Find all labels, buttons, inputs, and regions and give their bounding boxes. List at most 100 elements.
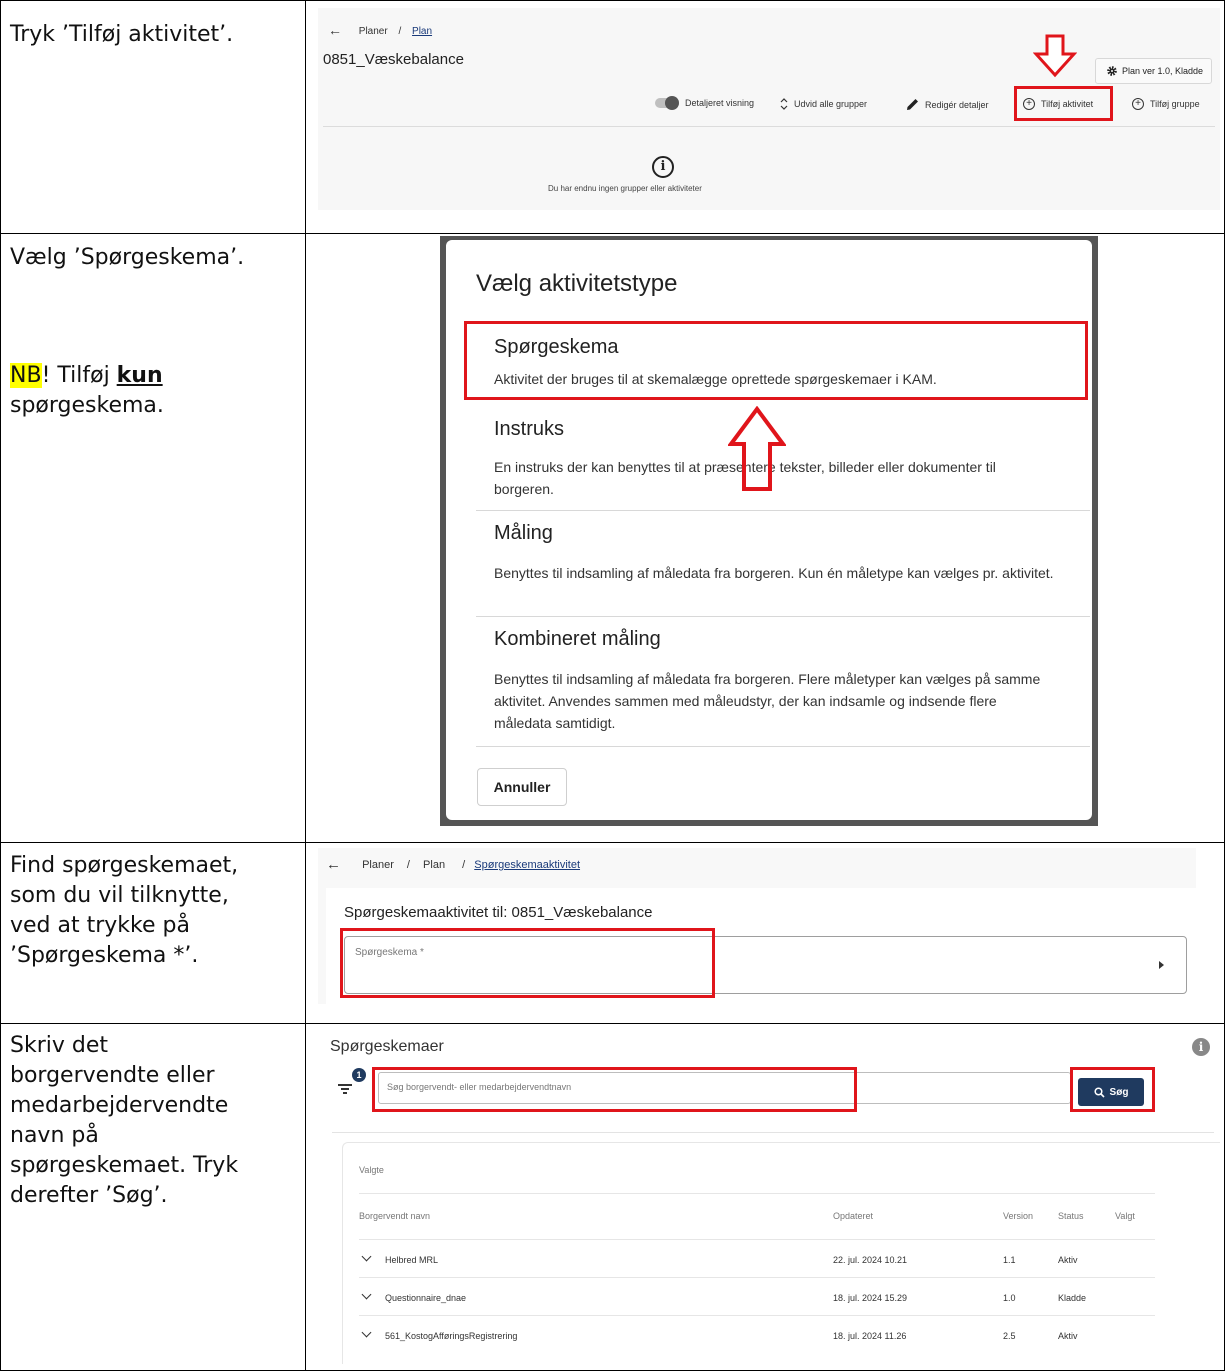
section-title: Spørgeskemaer: [330, 1038, 444, 1055]
row-version: 1.0: [1003, 1293, 1016, 1303]
cancel-button[interactable]: Annuller: [477, 768, 567, 806]
option-divider: [476, 510, 1090, 511]
form-title: Spørgeskemaaktivitet til: 0851_Væskebala…: [344, 904, 653, 921]
option-measurement[interactable]: Måling Benyttes til indsamling af måleda…: [476, 516, 1062, 616]
row-divider-2: [0, 842, 1225, 843]
dialog-title: Vælg aktivitetstype: [476, 270, 678, 297]
section-divider: [332, 1132, 1214, 1133]
option-divider: [476, 616, 1090, 617]
row-version: 2.5: [1003, 1331, 1016, 1341]
table-border-top: [0, 0, 1225, 1]
breadcrumb-plan[interactable]: Plan: [412, 26, 432, 37]
instruction-line: ’Spørgeskema *’.: [10, 943, 199, 968]
edit-details-button[interactable]: Redigér detaljer: [906, 98, 989, 111]
instruction-line: som du vil tilknytte,: [10, 883, 229, 908]
breadcrumb-plan[interactable]: Plan: [423, 859, 445, 871]
option-combined-measurement[interactable]: Kombineret måling Benyttes til indsamlin…: [476, 622, 1062, 746]
empty-state-message: Du har endnu ingen grupper eller aktivit…: [548, 184, 702, 193]
edit-details-label: Redigér detaljer: [925, 99, 989, 110]
chevron-down-icon[interactable]: [361, 1289, 372, 1300]
breadcrumb-planer[interactable]: Planer: [362, 859, 394, 871]
filter-icon[interactable]: [338, 1082, 354, 1096]
down-arrow-annotation: [1033, 34, 1077, 78]
option-description: Benyttes til indsamling af måledata fra …: [494, 565, 1054, 581]
gear-icon: [1107, 66, 1117, 76]
instruction-line: spørgeskemaet. Tryk: [10, 1153, 239, 1178]
questionnaire-table: Valgte Borgervendt navn Opdateret Versio…: [342, 1142, 1220, 1364]
column-header-selected: Valgt: [1115, 1211, 1135, 1221]
instruction-step-3: Find spørgeskemaet, som du vil tilknytte…: [10, 851, 238, 971]
up-arrow-annotation: [728, 406, 786, 491]
breadcrumb-questionnaire-activity[interactable]: Spørgeskemaaktivitet: [474, 859, 580, 871]
breadcrumb-separator: /: [398, 26, 402, 37]
row-name: Helbred MRL: [385, 1255, 439, 1265]
row-separator: [359, 1315, 1155, 1316]
instruction-line: Find spørgeskemaet,: [10, 853, 239, 878]
row-version: 1.1: [1003, 1255, 1016, 1265]
row-status: Aktiv: [1058, 1331, 1078, 1341]
plan-version-button[interactable]: Plan ver 1.0, Kladde: [1094, 58, 1212, 84]
instruction-line: Skriv det: [10, 1033, 109, 1058]
instruction-line: Vælg ’Spørgeskema’.: [10, 245, 245, 270]
table-column-divider: [305, 0, 306, 1371]
info-icon: i: [652, 156, 674, 178]
column-header-updated[interactable]: Opdateret: [833, 1211, 873, 1221]
caret-right-icon: [1159, 961, 1164, 969]
row-updated: 22. jul. 2024 10.21: [833, 1255, 908, 1265]
instruction-line: ved at trykke på: [10, 913, 190, 938]
instruction-line: borgervendte eller: [10, 1063, 215, 1088]
column-header-status[interactable]: Status: [1058, 1211, 1084, 1221]
row-separator: [359, 1277, 1155, 1278]
toolbar-divider: [323, 126, 1215, 127]
pencil-icon: [907, 99, 918, 110]
highlight-search-input: [372, 1067, 857, 1112]
note-emphasis: kun: [116, 363, 163, 388]
highlight-search-button: [1070, 1067, 1155, 1112]
breadcrumb: ← Planer / Plan: [328, 22, 432, 38]
column-header-name[interactable]: Borgervendt navn: [359, 1211, 430, 1221]
instruction-step-2: Vælg ’Spørgeskema’.: [10, 243, 244, 273]
row-name: 561_KostogAfføringsRegistrering: [385, 1331, 518, 1341]
row-separator: [359, 1193, 1155, 1194]
detailed-view-toggle[interactable]: Detaljeret visning: [655, 96, 755, 110]
selected-label: Valgte: [359, 1165, 384, 1175]
instruction-line: medarbejdervendte: [10, 1093, 229, 1118]
instruction-line: Tryk ’Tilføj aktivitet’.: [10, 22, 234, 47]
breadcrumb: ← Planer / Plan / Spørgeskemaaktivitet: [326, 856, 580, 873]
note-text-suffix: spørgeskema.: [10, 393, 164, 418]
highlight-questionnaire-option: [464, 321, 1088, 400]
table-border-left: [0, 0, 1, 1371]
info-icon[interactable]: i: [1192, 1038, 1210, 1056]
back-arrow-icon[interactable]: ←: [326, 856, 341, 873]
filter-count-badge: 1: [352, 1068, 366, 1082]
detailed-view-label: Detaljeret visning: [685, 98, 755, 108]
chevron-down-icon[interactable]: [361, 1251, 372, 1262]
row-updated: 18. jul. 2024 11.26: [833, 1331, 907, 1341]
expand-icon: [780, 98, 788, 110]
add-group-label: Tilføj gruppe: [1150, 99, 1200, 109]
page-title: 0851_Væskebalance: [323, 51, 464, 68]
row-name: Questionnaire_dnae: [385, 1293, 467, 1303]
instruction-line: navn på: [10, 1123, 99, 1148]
option-divider: [476, 746, 1090, 747]
option-name: Måling: [494, 522, 553, 544]
column-header-version[interactable]: Version: [1003, 1211, 1033, 1221]
back-arrow-icon[interactable]: ←: [328, 22, 342, 38]
row-divider-1: [0, 233, 1225, 234]
highlight-add-activity: [1014, 86, 1113, 121]
add-circle-icon: +: [1132, 98, 1144, 110]
chevron-down-icon[interactable]: [361, 1327, 372, 1338]
row-separator: [359, 1239, 1155, 1240]
breadcrumb-separator: /: [406, 859, 410, 871]
instruction-line: derefter ’Søg’.: [10, 1183, 168, 1208]
option-name: Instruks: [494, 418, 565, 440]
breadcrumb-planer[interactable]: Planer: [359, 26, 388, 37]
row-status: Aktiv: [1058, 1255, 1078, 1265]
expand-groups-button[interactable]: Udvid alle grupper: [780, 98, 867, 110]
option-name: Kombineret måling: [494, 628, 661, 650]
instruction-note: NB! Tilføj kun spørgeskema.: [10, 361, 164, 421]
plan-version-label: Plan ver 1.0, Kladde: [1121, 66, 1203, 76]
add-group-button[interactable]: + Tilføj gruppe: [1132, 98, 1200, 110]
instruction-step-4: Skriv det borgervendte eller medarbejder…: [10, 1031, 238, 1211]
instruction-table: Tryk ’Tilføj aktivitet’. Vælg ’Spørgeske…: [0, 0, 1225, 1371]
